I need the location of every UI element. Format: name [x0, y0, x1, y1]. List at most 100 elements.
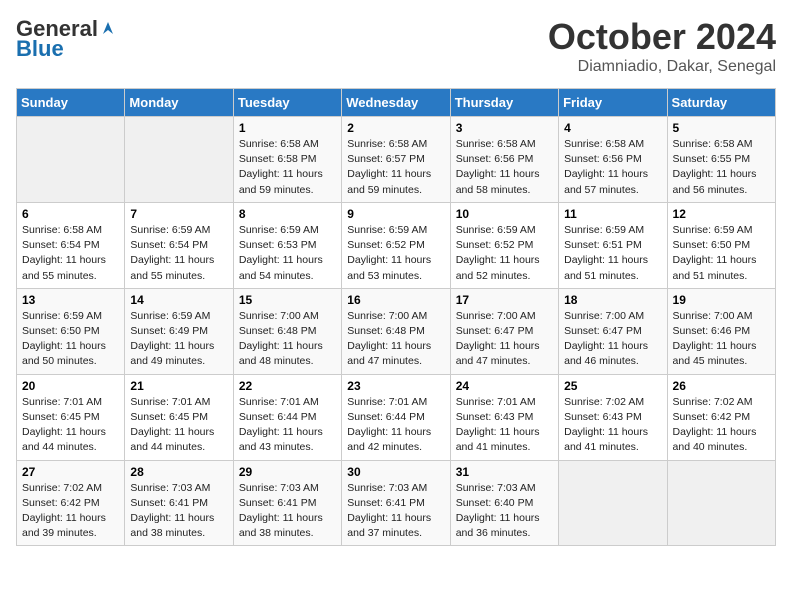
- day-info: Sunrise: 7:01 AM Sunset: 6:45 PM Dayligh…: [22, 395, 119, 456]
- day-info: Sunrise: 6:59 AM Sunset: 6:50 PM Dayligh…: [673, 223, 770, 284]
- calendar-cell: 3Sunrise: 6:58 AM Sunset: 6:56 PM Daylig…: [450, 117, 558, 203]
- day-info: Sunrise: 7:00 AM Sunset: 6:48 PM Dayligh…: [239, 309, 336, 370]
- calendar-cell: 29 Sunrise: 7:03 AM Sunset: 6:41 PM Dayli…: [233, 460, 341, 546]
- page-header: General Blue October 2024 Diamniadio, Da…: [16, 16, 776, 76]
- calendar-cell: 9 Sunrise: 6:59 AM Sunset: 6:52 PM Daylig…: [342, 202, 450, 288]
- day-info: Sunrise: 7:00 AM Sunset: 6:48 PM Dayligh…: [347, 309, 444, 370]
- day-number: 16: [347, 293, 444, 307]
- logo-bird-icon: [99, 18, 117, 36]
- column-header-friday: Friday: [559, 89, 667, 117]
- calendar-table: SundayMondayTuesdayWednesdayThursdayFrid…: [16, 88, 776, 546]
- column-header-saturday: Saturday: [667, 89, 775, 117]
- day-number: 9: [347, 207, 444, 221]
- day-info: Sunrise: 7:01 AM Sunset: 6:43 PM Dayligh…: [456, 395, 553, 456]
- calendar-cell: 19Sunrise: 7:00 AM Sunset: 6:46 PM Dayli…: [667, 288, 775, 374]
- day-number: 14: [130, 293, 227, 307]
- calendar-week-row: 13 Sunrise: 6:59 AM Sunset: 6:50 PM Dayli…: [17, 288, 776, 374]
- calendar-cell: [17, 117, 125, 203]
- calendar-cell: 1 Sunrise: 6:58 AM Sunset: 6:58 PM Daylig…: [233, 117, 341, 203]
- day-info: Sunrise: 7:03 AM Sunset: 6:41 PM Dayligh…: [239, 481, 336, 542]
- calendar-cell: 30 Sunrise: 7:03 AM Sunset: 6:41 PM Dayli…: [342, 460, 450, 546]
- calendar-cell: 27 Sunrise: 7:02 AM Sunset: 6:42 PM Dayli…: [17, 460, 125, 546]
- calendar-cell: 10 Sunrise: 6:59 AM Sunset: 6:52 PM Dayli…: [450, 202, 558, 288]
- day-number: 29: [239, 465, 336, 479]
- day-number: 5: [673, 121, 770, 135]
- calendar-cell: 4Sunrise: 6:58 AM Sunset: 6:56 PM Daylig…: [559, 117, 667, 203]
- day-info: Sunrise: 6:58 AM Sunset: 6:54 PM Dayligh…: [22, 223, 119, 284]
- column-header-monday: Monday: [125, 89, 233, 117]
- calendar-cell: 22Sunrise: 7:01 AM Sunset: 6:44 PM Dayli…: [233, 374, 341, 460]
- title-block: October 2024 Diamniadio, Dakar, Senegal: [548, 16, 776, 76]
- day-info: Sunrise: 6:59 AM Sunset: 6:53 PM Dayligh…: [239, 223, 336, 284]
- calendar-week-row: 1 Sunrise: 6:58 AM Sunset: 6:58 PM Daylig…: [17, 117, 776, 203]
- day-number: 10: [456, 207, 553, 221]
- calendar-cell: 11 Sunrise: 6:59 AM Sunset: 6:51 PM Dayli…: [559, 202, 667, 288]
- calendar-cell: 5 Sunrise: 6:58 AM Sunset: 6:55 PM Daylig…: [667, 117, 775, 203]
- day-number: 27: [22, 465, 119, 479]
- calendar-title: October 2024: [548, 16, 776, 58]
- day-info: Sunrise: 7:02 AM Sunset: 6:43 PM Dayligh…: [564, 395, 661, 456]
- day-number: 28: [130, 465, 227, 479]
- calendar-cell: 6 Sunrise: 6:58 AM Sunset: 6:54 PM Daylig…: [17, 202, 125, 288]
- day-info: Sunrise: 6:59 AM Sunset: 6:51 PM Dayligh…: [564, 223, 661, 284]
- calendar-cell: 14Sunrise: 6:59 AM Sunset: 6:49 PM Dayli…: [125, 288, 233, 374]
- day-info: Sunrise: 6:59 AM Sunset: 6:52 PM Dayligh…: [456, 223, 553, 284]
- day-number: 1: [239, 121, 336, 135]
- day-number: 6: [22, 207, 119, 221]
- day-info: Sunrise: 6:58 AM Sunset: 6:58 PM Dayligh…: [239, 137, 336, 198]
- day-info: Sunrise: 6:58 AM Sunset: 6:55 PM Dayligh…: [673, 137, 770, 198]
- calendar-week-row: 20 Sunrise: 7:01 AM Sunset: 6:45 PM Dayli…: [17, 374, 776, 460]
- calendar-cell: 28 Sunrise: 7:03 AM Sunset: 6:41 PM Dayli…: [125, 460, 233, 546]
- calendar-week-row: 6 Sunrise: 6:58 AM Sunset: 6:54 PM Daylig…: [17, 202, 776, 288]
- column-header-tuesday: Tuesday: [233, 89, 341, 117]
- calendar-cell: 16 Sunrise: 7:00 AM Sunset: 6:48 PM Dayli…: [342, 288, 450, 374]
- day-number: 18: [564, 293, 661, 307]
- calendar-subtitle: Diamniadio, Dakar, Senegal: [548, 58, 776, 76]
- day-number: 3: [456, 121, 553, 135]
- day-number: 21: [130, 379, 227, 393]
- day-number: 13: [22, 293, 119, 307]
- day-info: Sunrise: 7:03 AM Sunset: 6:41 PM Dayligh…: [347, 481, 444, 542]
- calendar-cell: 18Sunrise: 7:00 AM Sunset: 6:47 PM Dayli…: [559, 288, 667, 374]
- day-info: Sunrise: 6:59 AM Sunset: 6:50 PM Dayligh…: [22, 309, 119, 370]
- logo-blue: Blue: [16, 36, 64, 62]
- day-info: Sunrise: 7:01 AM Sunset: 6:44 PM Dayligh…: [347, 395, 444, 456]
- day-info: Sunrise: 7:00 AM Sunset: 6:47 PM Dayligh…: [456, 309, 553, 370]
- calendar-cell: 25 Sunrise: 7:02 AM Sunset: 6:43 PM Dayli…: [559, 374, 667, 460]
- calendar-cell: 13 Sunrise: 6:59 AM Sunset: 6:50 PM Dayli…: [17, 288, 125, 374]
- day-info: Sunrise: 7:01 AM Sunset: 6:44 PM Dayligh…: [239, 395, 336, 456]
- day-info: Sunrise: 7:02 AM Sunset: 6:42 PM Dayligh…: [22, 481, 119, 542]
- day-number: 24: [456, 379, 553, 393]
- day-info: Sunrise: 6:59 AM Sunset: 6:52 PM Dayligh…: [347, 223, 444, 284]
- calendar-cell: 8Sunrise: 6:59 AM Sunset: 6:53 PM Daylig…: [233, 202, 341, 288]
- calendar-cell: 26Sunrise: 7:02 AM Sunset: 6:42 PM Dayli…: [667, 374, 775, 460]
- column-header-wednesday: Wednesday: [342, 89, 450, 117]
- calendar-cell: 21 Sunrise: 7:01 AM Sunset: 6:45 PM Dayli…: [125, 374, 233, 460]
- day-number: 2: [347, 121, 444, 135]
- day-number: 25: [564, 379, 661, 393]
- calendar-cell: [667, 460, 775, 546]
- day-number: 23: [347, 379, 444, 393]
- calendar-header-row: SundayMondayTuesdayWednesdayThursdayFrid…: [17, 89, 776, 117]
- day-number: 15: [239, 293, 336, 307]
- day-number: 7: [130, 207, 227, 221]
- calendar-cell: 24 Sunrise: 7:01 AM Sunset: 6:43 PM Dayli…: [450, 374, 558, 460]
- calendar-cell: [559, 460, 667, 546]
- calendar-cell: [125, 117, 233, 203]
- calendar-week-row: 27 Sunrise: 7:02 AM Sunset: 6:42 PM Dayli…: [17, 460, 776, 546]
- calendar-cell: 12 Sunrise: 6:59 AM Sunset: 6:50 PM Dayli…: [667, 202, 775, 288]
- day-number: 26: [673, 379, 770, 393]
- day-number: 11: [564, 207, 661, 221]
- logo: General Blue: [16, 16, 117, 62]
- day-number: 20: [22, 379, 119, 393]
- day-info: Sunrise: 7:03 AM Sunset: 6:40 PM Dayligh…: [456, 481, 553, 542]
- day-number: 4: [564, 121, 661, 135]
- day-info: Sunrise: 7:01 AM Sunset: 6:45 PM Dayligh…: [130, 395, 227, 456]
- day-number: 30: [347, 465, 444, 479]
- day-number: 12: [673, 207, 770, 221]
- calendar-cell: 23 Sunrise: 7:01 AM Sunset: 6:44 PM Dayli…: [342, 374, 450, 460]
- day-info: Sunrise: 7:03 AM Sunset: 6:41 PM Dayligh…: [130, 481, 227, 542]
- calendar-cell: 2Sunrise: 6:58 AM Sunset: 6:57 PM Daylig…: [342, 117, 450, 203]
- calendar-cell: 31Sunrise: 7:03 AM Sunset: 6:40 PM Dayli…: [450, 460, 558, 546]
- day-info: Sunrise: 6:59 AM Sunset: 6:54 PM Dayligh…: [130, 223, 227, 284]
